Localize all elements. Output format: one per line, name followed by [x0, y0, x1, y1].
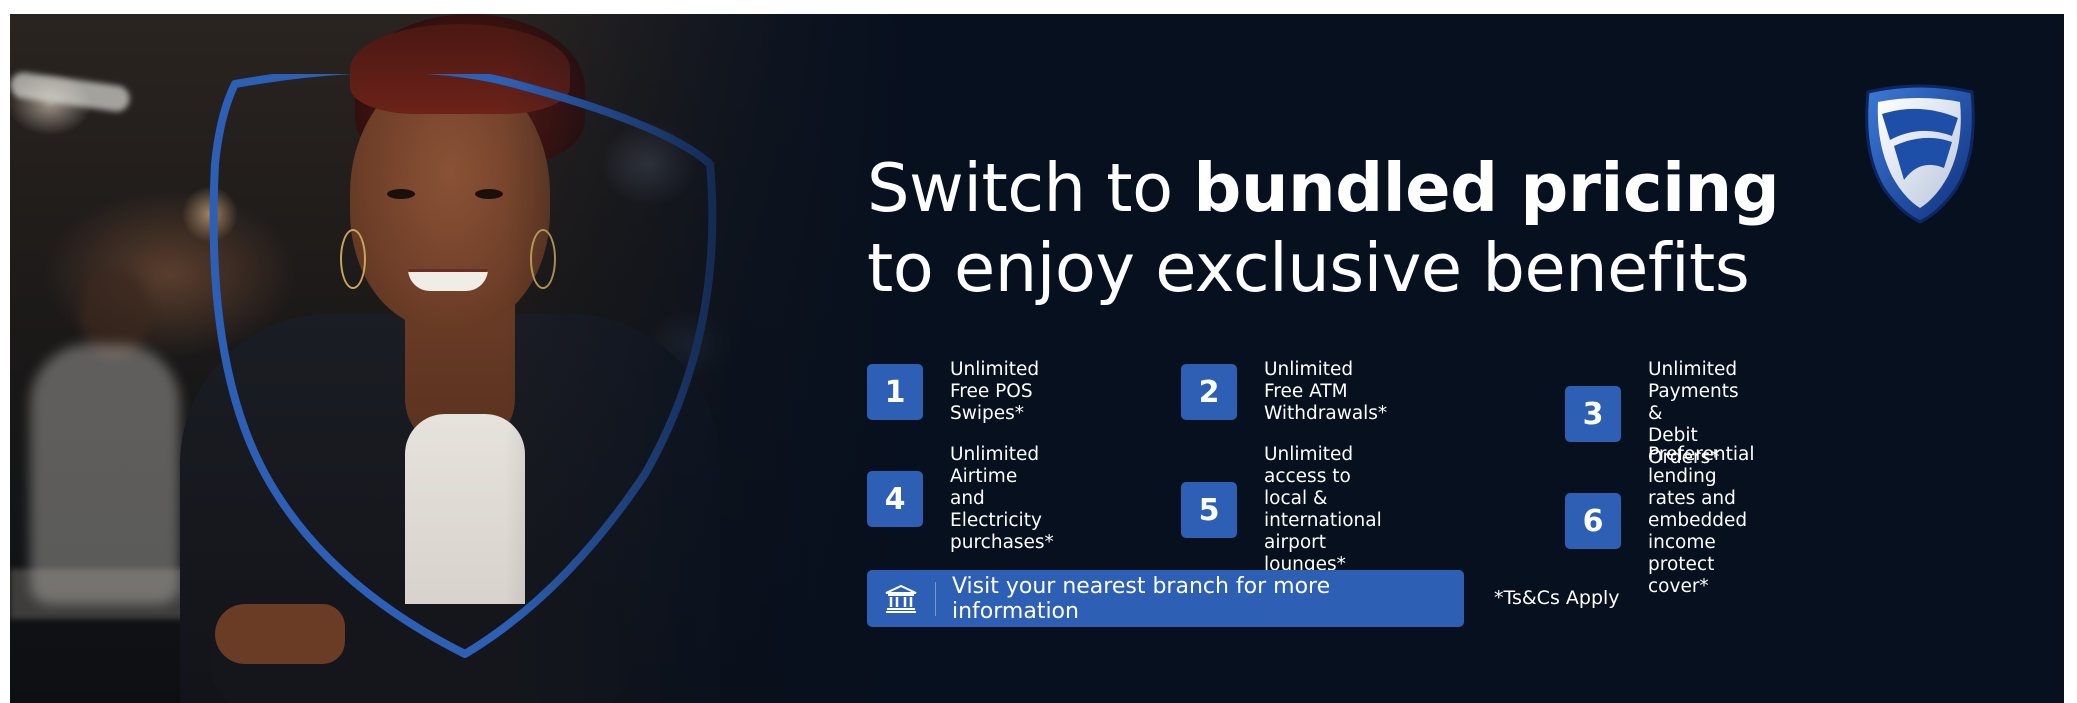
- benefit-text: Unlimited Airtime and Electricity purcha…: [950, 444, 1054, 553]
- bank-shield-logo-icon: [1865, 84, 1975, 224]
- headline-line-1: Switch to bundled pricing: [867, 148, 1780, 228]
- button-divider: [934, 581, 936, 616]
- benefit-item-4: 4 Unlimited Airtime and Electricity purc…: [867, 444, 1054, 554]
- photo-fade-overlay: [10, 14, 910, 703]
- benefit-number: 3: [1565, 386, 1621, 442]
- headline-regular: Switch to: [867, 149, 1194, 227]
- benefit-text: Unlimited access to local & internationa…: [1264, 444, 1382, 575]
- benefit-number: 2: [1181, 364, 1237, 420]
- benefit-number: 1: [867, 364, 923, 420]
- headline: Switch to bundled pricing to enjoy exclu…: [867, 148, 1780, 308]
- visit-branch-label: Visit your nearest branch for more infor…: [951, 573, 1331, 624]
- benefit-text: Unlimited Free POS Swipes*: [950, 359, 1040, 424]
- benefit-text: Unlimited Free ATM Withdrawals*: [1264, 359, 1388, 424]
- terms-disclaimer: *Ts&Cs Apply: [1494, 587, 1620, 609]
- headline-bold: bundled pricing: [1193, 149, 1780, 227]
- benefit-number: 6: [1565, 493, 1621, 549]
- benefit-text: Preferential lending rates and embedded …: [1648, 444, 1755, 597]
- benefit-item-6: 6 Preferential lending rates and embedde…: [1565, 444, 1754, 598]
- bank-icon: [867, 570, 935, 627]
- hero-photo: [10, 14, 910, 703]
- benefit-item-1: 1 Unlimited Free POS Swipes*: [867, 359, 1039, 425]
- promo-banner: Switch to bundled pricing to enjoy exclu…: [10, 14, 2064, 703]
- visit-branch-button[interactable]: Visit your nearest branch for more infor…: [867, 570, 1464, 627]
- benefit-item-2: 2 Unlimited Free ATM Withdrawals*: [1181, 359, 1387, 425]
- headline-line-2: to enjoy exclusive benefits: [867, 229, 1750, 307]
- benefit-item-5: 5 Unlimited access to local & internatio…: [1181, 444, 1382, 576]
- benefit-number: 4: [867, 471, 923, 527]
- benefit-number: 5: [1181, 482, 1237, 538]
